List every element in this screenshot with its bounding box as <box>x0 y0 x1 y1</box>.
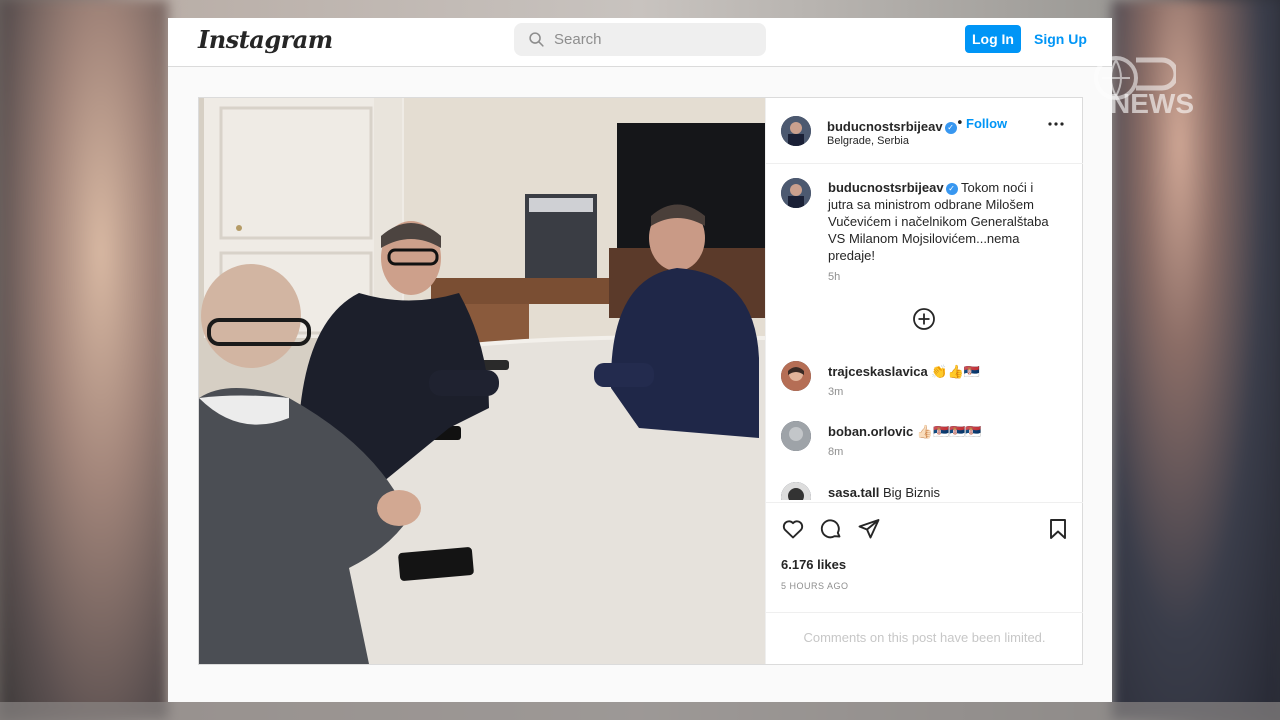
search-icon <box>529 32 544 47</box>
follow-button[interactable]: Follow <box>966 116 1007 131</box>
comment-item: sasa.tall Big Biznis <box>766 482 1083 500</box>
comments-limited-notice: Comments on this post have been limited. <box>803 630 1046 645</box>
paper-plane-icon[interactable] <box>857 517 881 541</box>
comment-text: 👏👍🇷🇸 <box>931 364 980 379</box>
photo-scene <box>199 98 765 664</box>
post-photo[interactable] <box>199 98 765 664</box>
comments-limited-bar: Comments on this post have been limited. <box>766 612 1083 664</box>
post-card: buducnostsrbijeav ✓ • Follow Belgrade, Se… <box>198 97 1083 665</box>
comment-line: sasa.tall Big Biznis <box>828 485 940 500</box>
post-timestamp[interactable]: 5 HOURS AGO <box>781 581 849 591</box>
post-actions-bar: 6.176 likes 5 HOURS AGO <box>766 502 1083 612</box>
bookmark-icon[interactable] <box>1046 517 1070 541</box>
heart-icon[interactable] <box>781 517 805 541</box>
comment-item: boban.orlovic 👍🏻🇷🇸🇷🇸🇷🇸 8m <box>766 421 1083 477</box>
comment-text: 👍🏻🇷🇸🇷🇸🇷🇸 <box>916 424 982 439</box>
post-header: buducnostsrbijeav ✓ • Follow Belgrade, Se… <box>766 98 1083 164</box>
plus-circle-icon[interactable] <box>912 307 936 331</box>
background-blur-left <box>0 0 168 720</box>
caption: buducnostsrbijeav ✓ Tokom noći i jutra sa… <box>828 179 1056 264</box>
caption-time: 5h <box>828 271 841 283</box>
login-button[interactable]: Log In <box>965 25 1021 53</box>
separator-dot: • <box>956 116 964 131</box>
post-location[interactable]: Belgrade, Serbia <box>827 135 909 147</box>
search-box[interactable] <box>514 23 766 56</box>
verified-badge-icon: ✓ <box>945 183 958 195</box>
commenter-avatar[interactable] <box>781 361 811 391</box>
comments-area[interactable]: buducnostsrbijeav ✓ Tokom noći i jutra sa… <box>766 164 1083 500</box>
news-watermark-text: NEWS <box>1110 88 1194 119</box>
comment-username[interactable]: trajceskaslavica <box>828 364 928 379</box>
comment-username[interactable]: boban.orlovic <box>828 424 913 439</box>
caption-username[interactable]: buducnostsrbijeav <box>828 180 944 195</box>
more-options-icon[interactable] <box>1048 122 1064 126</box>
instagram-window: Instagram Log In Sign Up <box>168 18 1112 702</box>
comment-line: trajceskaslavica 👏👍🇷🇸 <box>828 364 980 380</box>
likes-count[interactable]: 6.176 likes <box>781 557 846 572</box>
instagram-logo[interactable]: Instagram <box>198 25 333 54</box>
author-name-row: buducnostsrbijeav ✓ <box>827 116 957 135</box>
caption-avatar[interactable] <box>781 178 811 208</box>
verified-badge-icon: ✓ <box>944 122 957 134</box>
comment-line: boban.orlovic 👍🏻🇷🇸🇷🇸🇷🇸 <box>828 424 982 440</box>
comment-time: 8m <box>828 446 844 458</box>
comment-bubble-icon[interactable] <box>819 517 843 541</box>
post-side-panel: buducnostsrbijeav ✓ • Follow Belgrade, Se… <box>765 98 1083 664</box>
comment-username[interactable]: sasa.tall <box>828 485 879 500</box>
comment-item: trajceskaslavica 👏👍🇷🇸 3m <box>766 361 1083 417</box>
search-input[interactable] <box>554 23 754 56</box>
comment-time: 3m <box>828 386 844 398</box>
author-avatar[interactable] <box>781 116 811 146</box>
signup-link[interactable]: Sign Up <box>1034 25 1087 53</box>
commenter-avatar[interactable] <box>781 421 811 451</box>
background-bottom-strip <box>0 702 1280 720</box>
commenter-avatar[interactable] <box>781 482 811 500</box>
top-navbar: Instagram Log In Sign Up <box>168 18 1112 67</box>
author-username[interactable]: buducnostsrbijeav <box>827 119 943 134</box>
comment-text: Big Biznis <box>882 485 941 500</box>
